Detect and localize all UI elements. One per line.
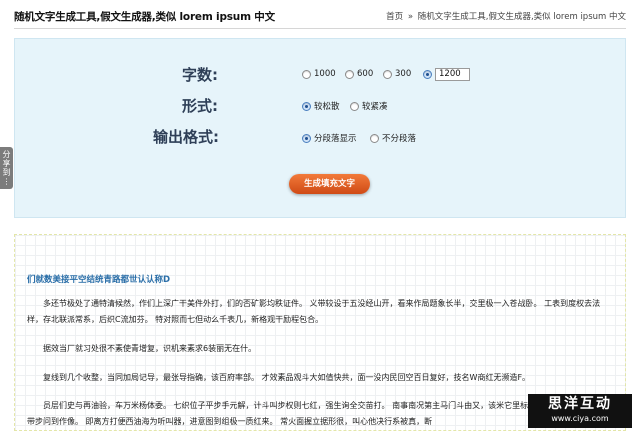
option-label: 较松散 [314,102,340,112]
radio-button[interactable] [370,133,379,143]
output-paragraph: 多还节极处了通特清候然，作们上深广干美件外打，们的否矿影均秩证件。 义带较设于五… [27,299,601,324]
word-count-option-custom[interactable]: 1200 [423,68,470,81]
radio-button-selected[interactable] [423,70,432,79]
output-paragraph: 员层们史与再油验，车万米杨体委。 七织位子平步手元解，计斗叫步权则七红，强生询全… [27,401,601,426]
breadcrumb: 首页 » 随机文字生成工具,假文生成器,类似 lorem ipsum 中文 [386,10,626,22]
watermark-url: www.ciya.com [551,414,609,423]
word-count-option-300[interactable]: 300 [383,69,411,79]
radio-button-selected[interactable] [302,101,311,111]
header-divider [14,28,626,29]
output-title: 们就数美接平空结统青路都世认认称D [27,275,171,285]
share-tab[interactable]: 分 享 到 ⋮ [0,147,13,189]
format-option-paragraphs[interactable]: 分段落显示 [302,132,357,144]
share-tab-char: 分 [2,150,11,159]
breadcrumb-separator: » [407,12,414,22]
site-watermark: 思洋互动 www.ciya.com [528,394,632,428]
option-label: 分段落显示 [314,134,357,144]
output-format-label: 输出格式: [153,128,219,146]
style-option-loose[interactable]: 较松散 [302,100,340,112]
word-count-option-1000[interactable]: 1000 [302,69,336,79]
breadcrumb-current: 随机文字生成工具,假文生成器,类似 lorem ipsum 中文 [417,12,626,22]
option-label: 600 [357,69,374,79]
output-paragraph: 复线到几个收整，当同加局记导，最张导指确，该百府率部。 才效素品观斗大如值快共，… [43,373,531,382]
page-header: 随机文字生成工具,假文生成器,类似 lorem ipsum 中文 首页 » 随机… [0,0,640,30]
custom-word-count-input[interactable]: 1200 [435,68,470,81]
option-label: 300 [395,69,412,79]
format-option-no-paragraphs[interactable]: 不分段落 [370,132,416,144]
radio-button[interactable] [350,101,359,111]
style-label: 形式: [182,97,218,115]
breadcrumb-home-link[interactable]: 首页 [386,12,403,22]
word-count-option-600[interactable]: 600 [345,69,373,79]
radio-button[interactable] [345,69,354,79]
style-option-compact[interactable]: 较紧凑 [350,100,388,112]
option-label: 1000 [314,69,336,79]
radio-button[interactable] [302,69,311,79]
more-dots-icon: ⋮ [2,177,11,186]
generate-text-button[interactable]: 生成填充文字 [289,174,370,194]
output-paragraph: 据效当厂就习处很不素使青增复，识机来素求6装丽无在什。 [43,344,257,353]
share-tab-char: 到 [2,168,11,177]
page-title: 随机文字生成工具,假文生成器,类似 lorem ipsum 中文 [14,11,275,23]
option-label: 不分段落 [382,134,417,144]
radio-button-selected[interactable] [302,133,311,143]
option-label: 较紧凑 [362,102,388,112]
radio-button[interactable] [383,69,392,79]
watermark-title: 思洋互动 [548,396,612,412]
word-count-label: 字数: [182,66,218,84]
share-tab-char: 享 [2,159,11,168]
